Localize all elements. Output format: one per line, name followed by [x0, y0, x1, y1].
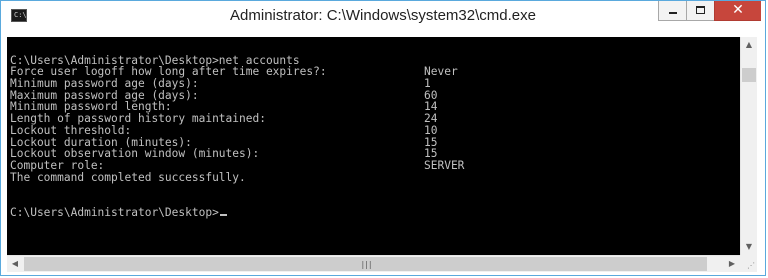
size-grip-icon[interactable]: ⋰ — [747, 262, 755, 270]
console-line-value: 1 — [424, 77, 431, 91]
console-output[interactable]: C:\Users\Administrator\Desktop>net accou… — [7, 37, 740, 255]
minimize-button[interactable] — [658, 1, 686, 21]
scroll-right-arrow-icon[interactable]: ▶ — [724, 256, 740, 272]
minimize-icon — [669, 12, 677, 14]
console-lines: C:\Users\Administrator\Desktop>net accou… — [10, 43, 464, 219]
scroll-up-arrow-icon[interactable]: ▲ — [741, 37, 757, 53]
window-title: Administrator: C:\Windows\system32\cmd.e… — [230, 7, 536, 24]
vertical-scroll-thumb[interactable] — [742, 68, 756, 82]
console-line-value: 10 — [424, 123, 438, 137]
close-icon: ✕ — [732, 2, 744, 18]
console-line: C:\Users\Administrator\Desktop> — [10, 205, 327, 219]
maximize-icon — [696, 6, 705, 14]
close-button[interactable]: ✕ — [714, 1, 761, 21]
console-line: The command completed successfully. — [10, 170, 327, 184]
scroll-grip-icon: ||| — [361, 260, 373, 269]
horizontal-scroll-thumb[interactable]: ||| — [24, 257, 707, 271]
horizontal-scrollbar[interactable]: ◀ ||| ▶ — [7, 255, 740, 272]
console-line-value: SERVER — [424, 158, 465, 172]
console-line-text: The command completed successfully. — [10, 170, 246, 184]
text-cursor — [219, 213, 227, 216]
title-bar[interactable]: C:\ Administrator: C:\Windows\system32\c… — [1, 1, 765, 31]
scrollbar-corner: ⋰ — [740, 255, 757, 272]
scroll-down-arrow-icon[interactable]: ▼ — [741, 239, 757, 255]
scroll-left-arrow-icon[interactable]: ◀ — [7, 256, 23, 272]
caption-buttons: ✕ — [658, 1, 761, 23]
maximize-button[interactable] — [686, 1, 714, 21]
console-line-text: C:\Users\Administrator\Desktop> — [10, 205, 219, 219]
vertical-scrollbar[interactable]: ▲ ▼ — [740, 37, 757, 255]
